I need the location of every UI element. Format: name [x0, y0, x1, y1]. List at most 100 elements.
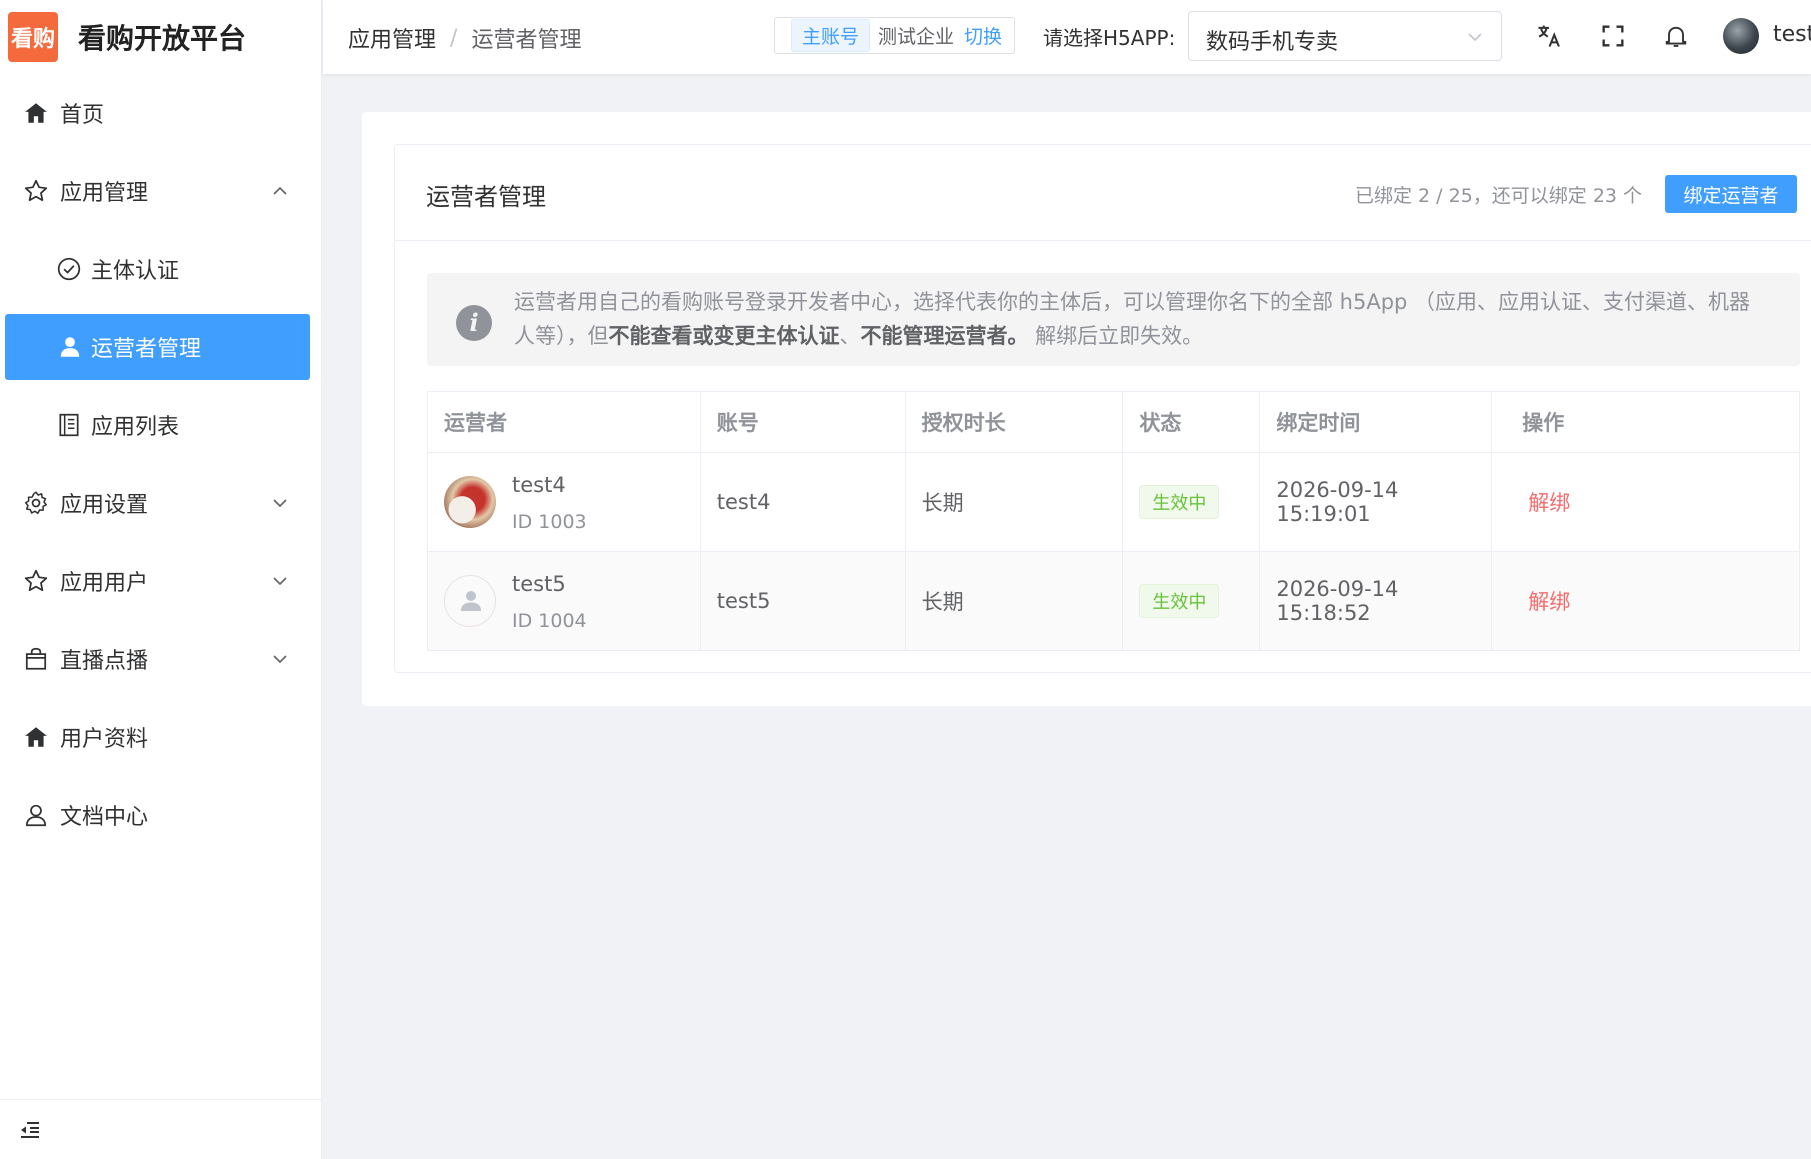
column-header: 绑定时间 [1259, 391, 1493, 453]
bound-time-cell: 2026-09-14 15:18:52 [1259, 551, 1493, 651]
unbind-link[interactable]: 解绑 [1528, 491, 1570, 515]
status-badge: 生效中 [1139, 584, 1220, 618]
sidebar-item-label: 应用列表 [91, 415, 180, 440]
bound-time-cell: 2026-09-14 15:19:01 [1259, 452, 1493, 552]
operator-avatar [444, 476, 496, 528]
switch-account-link[interactable]: 切换 [964, 22, 1002, 49]
chevron-down-icon [272, 651, 288, 667]
action-cell: 解绑 [1491, 452, 1800, 552]
operator-table: 运营者 账号 授权时长 状态 绑定时间 操作 test4 ID 1003 tes… [427, 391, 1800, 651]
chevron-down-icon [272, 495, 288, 511]
breadcrumb: 应用管理 / 运营者管理 [348, 22, 581, 54]
enterprise-name: 测试企业 [878, 26, 955, 48]
status-cell: 生效中 [1122, 551, 1261, 651]
status-cell: 生效中 [1122, 452, 1261, 552]
brand-title: 看购开放平台 [78, 22, 247, 55]
sidebar-item-home[interactable]: 首页 [0, 74, 322, 152]
sidebar-item-label: 用户资料 [60, 727, 149, 752]
translate-icon[interactable] [1535, 22, 1563, 50]
status-badge: 生效中 [1139, 485, 1220, 519]
sidebar-item-app-settings[interactable]: 应用设置 [0, 464, 322, 542]
sidebar-item-live-vod[interactable]: 直播点播 [0, 620, 322, 698]
duration-cell: 长期 [905, 551, 1124, 651]
account-switcher: 主账号 测试企业 切换 [774, 17, 1016, 54]
sidebar-item-label: 应用用户 [60, 571, 149, 596]
sidebar-item-label: 首页 [60, 103, 105, 128]
table-row: test4 ID 1003 test4 长期 生效中 2026-09-14 15… [427, 452, 1800, 552]
sidebar-footer [0, 1099, 322, 1159]
sidebar-item-operator-management[interactable]: 运营者管理 [5, 314, 310, 380]
alert-emphasis: 不能管理运营者。 [860, 324, 1029, 348]
binding-quota: 已绑定 2 / 25，还可以绑定 23 个 [1355, 185, 1643, 207]
bell-icon[interactable] [1662, 22, 1690, 50]
star-icon [23, 178, 49, 204]
sidebar-item-user-profile[interactable]: 用户资料 [0, 698, 322, 776]
info-alert-text: 运营者用自己的看购账号登录开发者中心，选择代表你的主体后，可以管理你名下的全部 … [514, 290, 1751, 348]
star-icon [23, 568, 49, 594]
info-icon: i [454, 303, 494, 343]
sidebar-item-label: 主体认证 [91, 259, 180, 284]
brand[interactable]: 看购 看购开放平台 [0, 0, 321, 74]
sidebar-item-app-management[interactable]: 应用管理 [0, 152, 322, 230]
sidebar-item-label: 文档中心 [60, 805, 149, 830]
account-cell: test4 [700, 452, 906, 552]
check-circle-icon [56, 256, 82, 282]
sidebar-item-app-list[interactable]: 应用列表 [0, 386, 322, 464]
sidebar-item-entity-verification[interactable]: 主体认证 [0, 230, 322, 308]
sidebar-menu: 首页 应用管理 主体认证 运营者管理 应用列表 应用设置 应用用户 直播点播 用… [0, 74, 322, 854]
breadcrumb-item[interactable]: 应用管理 [348, 22, 436, 54]
brand-logo: 看购 [8, 12, 58, 62]
operator-name: test4 [512, 473, 566, 497]
chevron-up-icon [272, 183, 288, 199]
sidebar: 看购 看购开放平台 首页 应用管理 主体认证 运营者管理 应用列表 应用设置 应… [0, 0, 322, 1159]
operator-id: ID 1003 [512, 511, 587, 533]
chevron-down-icon [1467, 29, 1483, 45]
collapse-menu-icon[interactable] [18, 1118, 42, 1142]
user-avatar[interactable] [1723, 18, 1759, 54]
document-icon [56, 412, 82, 438]
bind-operator-button[interactable]: 绑定运营者 [1665, 175, 1797, 213]
user-icon [57, 334, 83, 360]
sidebar-item-label: 直播点播 [60, 649, 149, 674]
fullscreen-icon[interactable] [1599, 22, 1627, 50]
home-icon [23, 724, 49, 750]
column-header: 授权时长 [905, 391, 1124, 453]
home-icon [23, 100, 49, 126]
sidebar-item-label: 应用管理 [60, 181, 149, 206]
sidebar-item-app-users[interactable]: 应用用户 [0, 542, 322, 620]
table-header-row: 运营者 账号 授权时长 状态 绑定时间 操作 [427, 391, 1800, 453]
user-name[interactable]: test [1773, 22, 1811, 47]
card-header: 运营者管理 已绑定 2 / 25，还可以绑定 23 个 绑定运营者 [395, 145, 1811, 241]
sidebar-item-label: 应用设置 [60, 493, 149, 518]
shopping-bag-icon [23, 646, 49, 672]
chevron-down-icon [272, 573, 288, 589]
sidebar-item-label: 运营者管理 [91, 337, 202, 362]
page-title: 运营者管理 [426, 183, 546, 211]
table-row: test5 ID 1004 test5 长期 生效中 2026-09-14 15… [427, 551, 1800, 651]
operator-id: ID 1004 [512, 610, 587, 632]
sidebar-item-docs[interactable]: 文档中心 [0, 776, 322, 854]
svg-text:i: i [469, 308, 478, 337]
account-tag: 主账号 [791, 19, 871, 52]
h5app-select[interactable]: 数码手机专卖 [1188, 11, 1502, 61]
action-cell: 解绑 [1491, 551, 1800, 651]
h5app-selected-value: 数码手机专卖 [1206, 30, 1339, 55]
column-header: 运营者 [427, 391, 701, 453]
duration-cell: 长期 [905, 452, 1124, 552]
operator-card: 运营者管理 已绑定 2 / 25，还可以绑定 23 个 绑定运营者 i 运营者用… [394, 144, 1811, 673]
operator-cell: test5 ID 1004 [428, 552, 700, 650]
unbind-link[interactable]: 解绑 [1528, 590, 1570, 614]
alert-emphasis: 不能查看或变更主体认证 [608, 324, 840, 348]
column-header: 账号 [700, 391, 906, 453]
operator-avatar-placeholder [444, 575, 496, 627]
gear-icon [23, 490, 49, 516]
breadcrumb-item-current: 运营者管理 [471, 28, 582, 53]
top-header: 应用管理 / 运营者管理 主账号 测试企业 切换 请选择H5APP: 数码手机专… [323, 0, 1811, 74]
breadcrumb-separator: / [450, 25, 458, 51]
column-header: 操作 [1491, 391, 1800, 453]
user-outline-icon [23, 802, 49, 828]
h5app-select-label: 请选择H5APP: [1043, 26, 1176, 50]
main-panel: 运营者管理 已绑定 2 / 25，还可以绑定 23 个 绑定运营者 i 运营者用… [362, 112, 1811, 706]
operator-cell: test4 ID 1003 [428, 453, 700, 551]
column-header: 状态 [1122, 391, 1261, 453]
